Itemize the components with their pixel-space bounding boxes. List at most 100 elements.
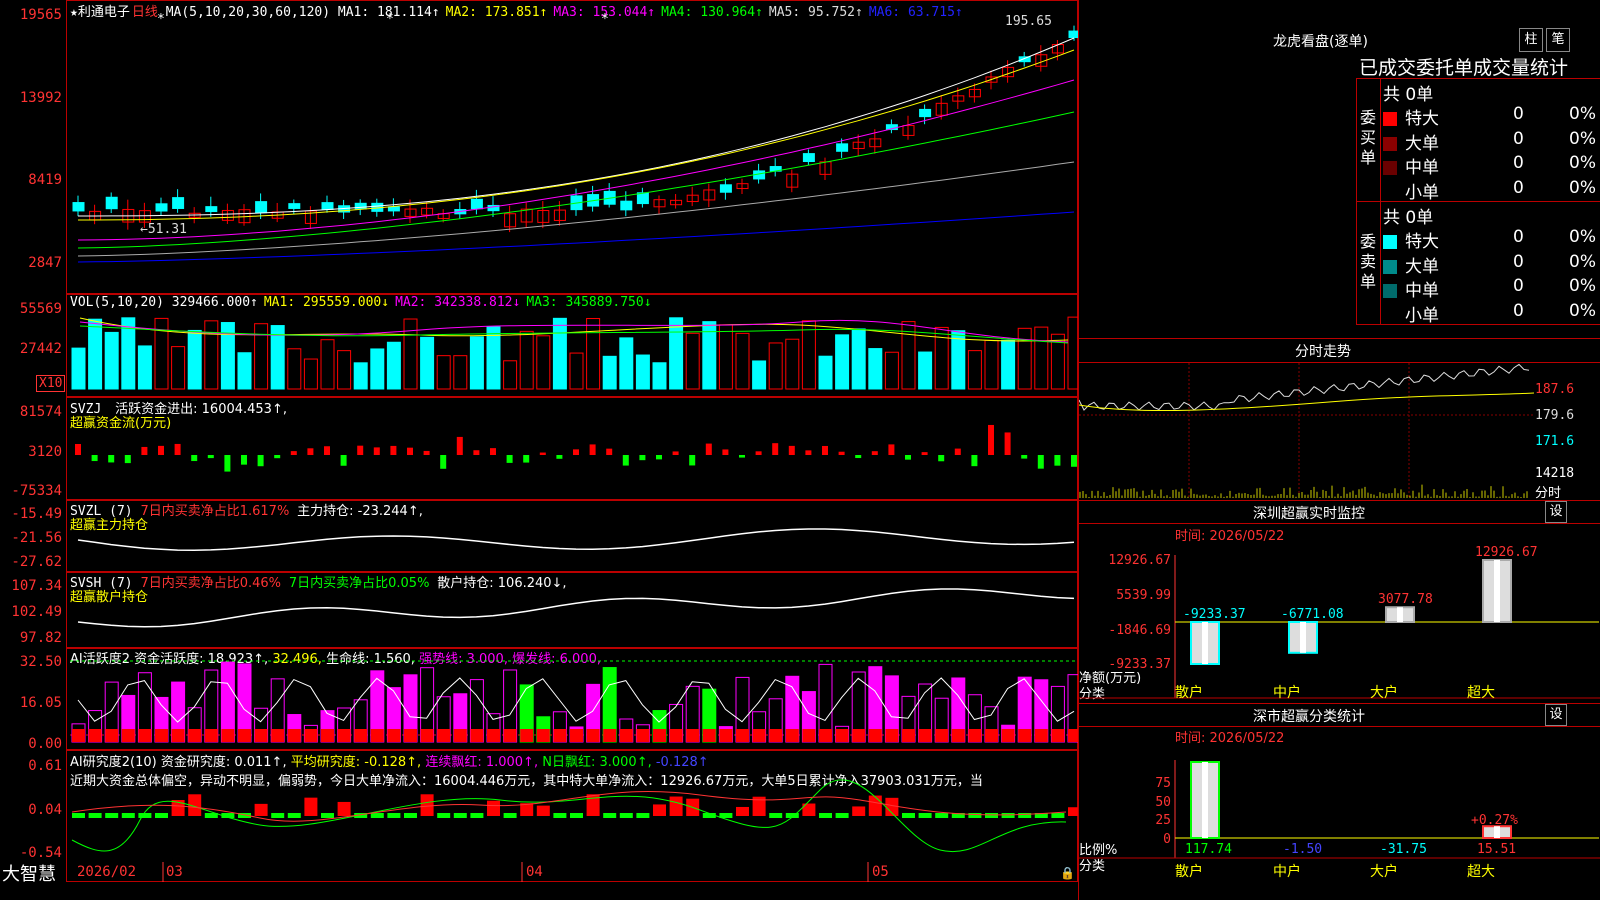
flow-bar — [290, 451, 297, 455]
volume-bar — [137, 345, 152, 390]
flow-bar — [971, 455, 978, 467]
research-bar — [819, 813, 832, 818]
research-bar — [437, 813, 451, 818]
category-label: 超大 — [1467, 685, 1495, 701]
volume-bar — [685, 332, 700, 390]
flow-bar — [1037, 455, 1044, 469]
activity-base — [1034, 729, 1048, 742]
volume-bar — [88, 318, 103, 390]
y-tick-label: 50 — [1155, 795, 1171, 810]
activity-base — [155, 729, 168, 742]
activity-base — [271, 729, 285, 742]
activity-base — [387, 729, 401, 742]
candle-body — [205, 206, 218, 213]
research-bar — [254, 803, 268, 816]
flow-bar — [905, 455, 911, 460]
volume-bar — [436, 355, 451, 390]
candle-body — [288, 203, 301, 209]
flow-bar — [589, 444, 596, 455]
monitor-bar-highlight — [1300, 622, 1306, 653]
activity-base — [785, 729, 799, 742]
volume-bar — [967, 350, 982, 390]
y-tick-label: 12926.67 — [1108, 553, 1171, 568]
flow-bar — [274, 455, 281, 459]
y-tick-label: 5539.99 — [1116, 588, 1171, 603]
flow-bar — [407, 447, 413, 455]
volume-bar — [619, 337, 634, 390]
volume-bar — [536, 335, 551, 390]
flow-bar — [174, 443, 181, 455]
activity-base — [719, 729, 733, 742]
activity-base — [736, 729, 749, 742]
volume-bar — [851, 328, 866, 390]
flow-bar — [340, 455, 347, 466]
flow-bar — [606, 448, 613, 455]
monitor-bar-highlight — [1397, 607, 1403, 622]
flow-bar — [523, 455, 530, 463]
volume-bar — [884, 351, 899, 390]
volume-bar — [204, 320, 219, 390]
flow-bar — [871, 451, 878, 455]
activity-base — [669, 729, 683, 742]
activity-base — [321, 729, 334, 742]
research-bar — [669, 796, 683, 816]
y-tick-label: 0 — [1163, 832, 1171, 847]
value-label: 117.74 — [1185, 842, 1232, 857]
research-bar — [553, 813, 567, 818]
flow-bar — [357, 445, 364, 455]
chart-area[interactable]: ★利通电子 日线 MA(5,10,20,30,60,120) MA1: 181.1… — [0, 0, 1078, 900]
volume-bar — [71, 347, 86, 390]
y-tick-label: -1846.69 — [1108, 623, 1171, 638]
right-chart-canvas: 12926.67 5539.99 -1846.69 -9233.37 -9233.37 散… — [1079, 363, 1600, 880]
flow-bar — [822, 445, 828, 455]
activity-base — [636, 729, 650, 742]
activity-base — [885, 729, 899, 742]
flow-bar — [456, 436, 463, 455]
flow-bar — [1071, 455, 1077, 467]
candle-body — [1068, 30, 1078, 39]
volume-bar — [486, 326, 501, 390]
category-label: 超大 — [1467, 864, 1495, 880]
candle-body — [470, 198, 483, 210]
research-bar — [985, 813, 998, 818]
volume-bar — [552, 317, 567, 390]
flow-bar — [1021, 455, 1028, 459]
candle-body — [1018, 56, 1031, 63]
volume-bar — [320, 339, 335, 390]
activity-base — [354, 729, 368, 742]
research-bar — [918, 813, 932, 818]
flow-bar — [1054, 455, 1061, 466]
volume-bar — [187, 329, 202, 390]
candle-body — [105, 196, 118, 210]
activity-base — [619, 729, 633, 742]
research-bar — [902, 813, 915, 818]
activity-base — [686, 729, 700, 742]
research-bar — [105, 813, 119, 818]
volume-bar — [818, 355, 833, 390]
flow-bar — [158, 445, 164, 455]
candle-body — [620, 200, 633, 211]
volume-bar — [403, 318, 418, 390]
flow-bar — [954, 448, 961, 455]
flow-bar — [207, 455, 214, 459]
activity-base — [1051, 729, 1065, 742]
value-label: 12926.67 — [1475, 545, 1538, 560]
activity-base — [138, 729, 152, 742]
volume-bar — [386, 341, 401, 390]
activity-base — [819, 729, 832, 742]
activity-base — [287, 729, 301, 742]
flow-bar — [988, 424, 994, 455]
activity-base — [868, 729, 882, 742]
volume-bar — [503, 360, 518, 390]
activity-base — [968, 729, 982, 742]
activity-base — [702, 729, 716, 742]
monitor-bar-highlight — [1494, 560, 1500, 622]
stats-bar-highlight — [1202, 762, 1208, 838]
volume-bar — [1017, 327, 1032, 390]
flow-bar — [490, 448, 496, 455]
volume-bar — [254, 323, 269, 390]
volume-bar — [237, 352, 252, 390]
activity-base — [536, 729, 550, 742]
research-avg-line — [71, 791, 1067, 822]
research-bar — [420, 794, 434, 816]
